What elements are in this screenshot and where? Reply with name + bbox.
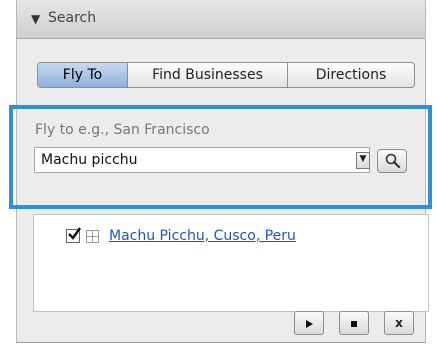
list-item[interactable]: Machu Picchu, Cusco, Peru xyxy=(66,227,296,245)
collapse-triangle-icon[interactable]: ▼ xyxy=(31,12,40,26)
close-button[interactable]: x xyxy=(384,311,414,335)
placemark-grid-icon xyxy=(86,229,99,243)
search-tabs: Fly To Find Businesses Directions xyxy=(37,62,415,88)
search-panel-header[interactable]: ▼ Search xyxy=(17,0,425,39)
result-checkbox[interactable] xyxy=(66,227,81,243)
stop-button[interactable] xyxy=(339,311,369,335)
panel-title: Search xyxy=(48,10,97,26)
search-results-list: Machu Picchu, Cusco, Peru xyxy=(33,214,429,312)
tab-directions[interactable]: Directions xyxy=(288,63,414,87)
checkmark-icon xyxy=(68,227,81,240)
tab-find-businesses[interactable]: Find Businesses xyxy=(128,63,288,87)
focus-highlight xyxy=(9,105,432,209)
play-icon xyxy=(306,319,313,328)
tab-fly-to[interactable]: Fly To xyxy=(38,63,128,87)
result-link[interactable]: Machu Picchu, Cusco, Peru xyxy=(109,228,296,244)
play-button[interactable] xyxy=(294,311,324,335)
stop-icon xyxy=(351,320,357,327)
